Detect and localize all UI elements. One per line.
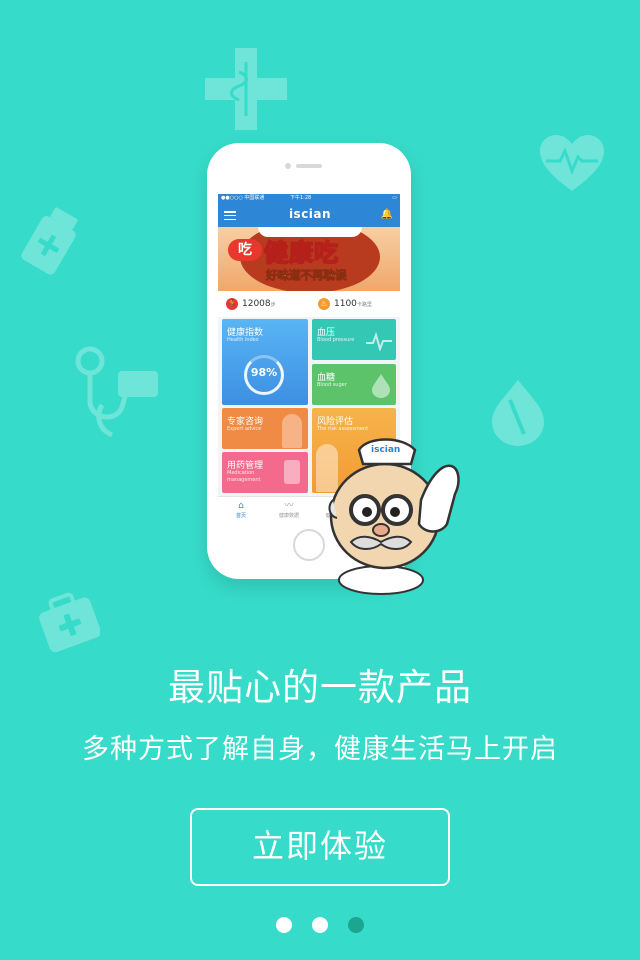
phone-home-button [293, 529, 325, 561]
steps-stat: 12008步 [242, 299, 276, 309]
page-indicator [276, 917, 364, 937]
app-brand: iscian [288, 207, 332, 221]
banner-subtitle: 好味道不再耽误 [266, 268, 347, 283]
try-now-button[interactable]: 立即体验 [190, 808, 450, 886]
page-dot-3[interactable] [348, 917, 364, 933]
heartbeat-icon [366, 331, 392, 351]
bell-icon[interactable]: 🔔 [381, 209, 393, 220]
tile-expert-advice[interactable]: 专家咨询 Expert advice [222, 408, 308, 449]
page-dot-2[interactable] [312, 917, 328, 933]
tile-health-index[interactable]: 健康指数 Health index 98% [222, 319, 308, 405]
banner-title: 健康吃 [263, 238, 339, 268]
medical-cross-icon [205, 48, 287, 130]
app-navbar: iscian 🔔 [218, 203, 400, 227]
stats-row: 🏃 12008步 ♨ 1100卡路里 [218, 291, 400, 317]
stethoscope-icon [75, 346, 158, 438]
tile-blood-pressure[interactable]: 血压 Blood pressure [312, 319, 396, 360]
tab-health-data[interactable]: 〰健康数据 [274, 501, 304, 519]
doctor-mascot: iscian [328, 438, 460, 595]
tile-subtitle: Medication management [227, 470, 261, 483]
headline: 最贴心的一款产品 [168, 666, 472, 709]
carrier-label: ●●○○○ 中国联通 [221, 195, 265, 201]
tile-subtitle: Blood suger [317, 382, 347, 388]
status-time: 下午1:28 [290, 195, 312, 201]
tile-subtitle: Blood pressure [317, 337, 355, 343]
heartbeat-heart-icon [540, 135, 604, 191]
banner-pager [298, 284, 316, 291]
battery-icon: ▭ [392, 195, 397, 201]
calories-stat: 1100卡路里 [334, 299, 372, 309]
subheadline: 多种方式了解自身，健康生活马上开启 [82, 734, 558, 765]
first-aid-kit-icon [39, 592, 100, 653]
menu-icon[interactable] [224, 211, 236, 221]
blood-drop-icon [372, 374, 390, 398]
phone-speaker [296, 164, 322, 168]
promo-banner[interactable]: 吃 健康吃 好味道不再耽误 [218, 227, 400, 291]
pill-bottle-icon [284, 460, 300, 484]
tile-medication[interactable]: 用药管理 Medication management [222, 452, 308, 493]
home-icon: ⌂ [238, 501, 244, 511]
banner-badge: 吃 [228, 239, 262, 261]
runner-icon: 🏃 [226, 298, 238, 310]
phone-camera [285, 163, 291, 169]
tab-home[interactable]: ⌂ 首页 [226, 501, 256, 519]
flame-icon: ♨ [318, 298, 330, 310]
medicine-bottle-icon [21, 207, 78, 275]
status-bar: ●●○○○ 中国联通 下午1:28 ▭ [218, 194, 400, 203]
trend-icon: 〰 [284, 501, 294, 511]
page-dot-1[interactable] [276, 917, 292, 933]
tile-subtitle: Expert advice [227, 426, 262, 432]
health-index-value: 98% [250, 366, 278, 379]
doctor-figure-icon [282, 414, 302, 448]
tile-subtitle: Health index [227, 337, 259, 343]
tile-blood-sugar[interactable]: 血糖 Blood suger [312, 364, 396, 405]
thermometer-leaf-icon [492, 380, 544, 446]
mascot-hat-label: iscian [371, 445, 400, 455]
